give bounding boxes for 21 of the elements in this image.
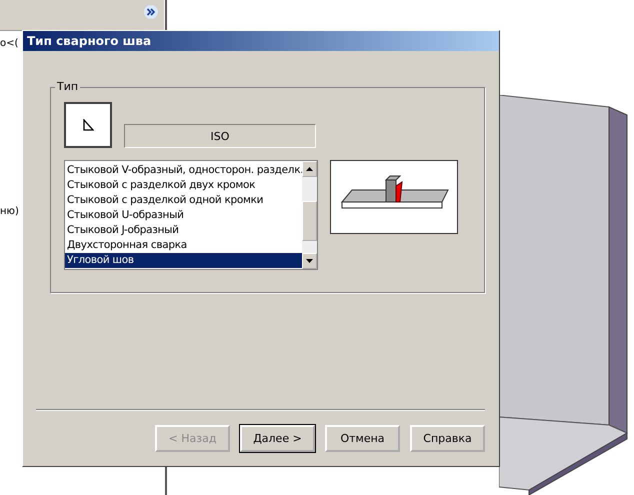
scroll-down-icon[interactable]	[306, 259, 313, 263]
cut-off-text: о<(	[0, 38, 18, 49]
list-item[interactable]: Стыковой с разделкой одной кромки	[65, 193, 302, 208]
group-label: Тип	[55, 80, 80, 93]
list-item[interactable]: Двухсторонная сварка	[65, 238, 302, 253]
list-item[interactable]: Угловой шов	[65, 253, 302, 268]
list-item[interactable]: Стыковой J-образный	[65, 223, 302, 238]
list-item[interactable]: Стыковой V-образный, односторон. разделк.	[65, 163, 302, 178]
standard-field: ISO	[124, 124, 316, 148]
expand-icon[interactable]	[144, 5, 158, 19]
cut-off-text: ню)	[0, 206, 19, 217]
list-item[interactable]: Стыковой U-образный	[65, 208, 302, 223]
dialog-button[interactable]: Далее >	[240, 425, 315, 452]
scroll-up-icon[interactable]	[306, 167, 313, 171]
weld-type-list[interactable]: Стыковой V-образный, односторон. разделк. Стыковой с разделкой двух кромок Стыковой с разделкой одной кромки Стыковой U-образный Стыковой J-образный Двухсторонная сварка Угловой шов	[64, 160, 318, 270]
dialog-button[interactable]: Отмена	[325, 425, 400, 452]
scrollbar[interactable]	[302, 161, 317, 269]
window-title: Тип сварного шва	[23, 31, 499, 51]
triangle-icon	[82, 119, 94, 131]
dialog-button[interactable]: Справка	[410, 425, 485, 452]
list-item[interactable]: Стыковой с разделкой двух кромок	[65, 178, 302, 193]
